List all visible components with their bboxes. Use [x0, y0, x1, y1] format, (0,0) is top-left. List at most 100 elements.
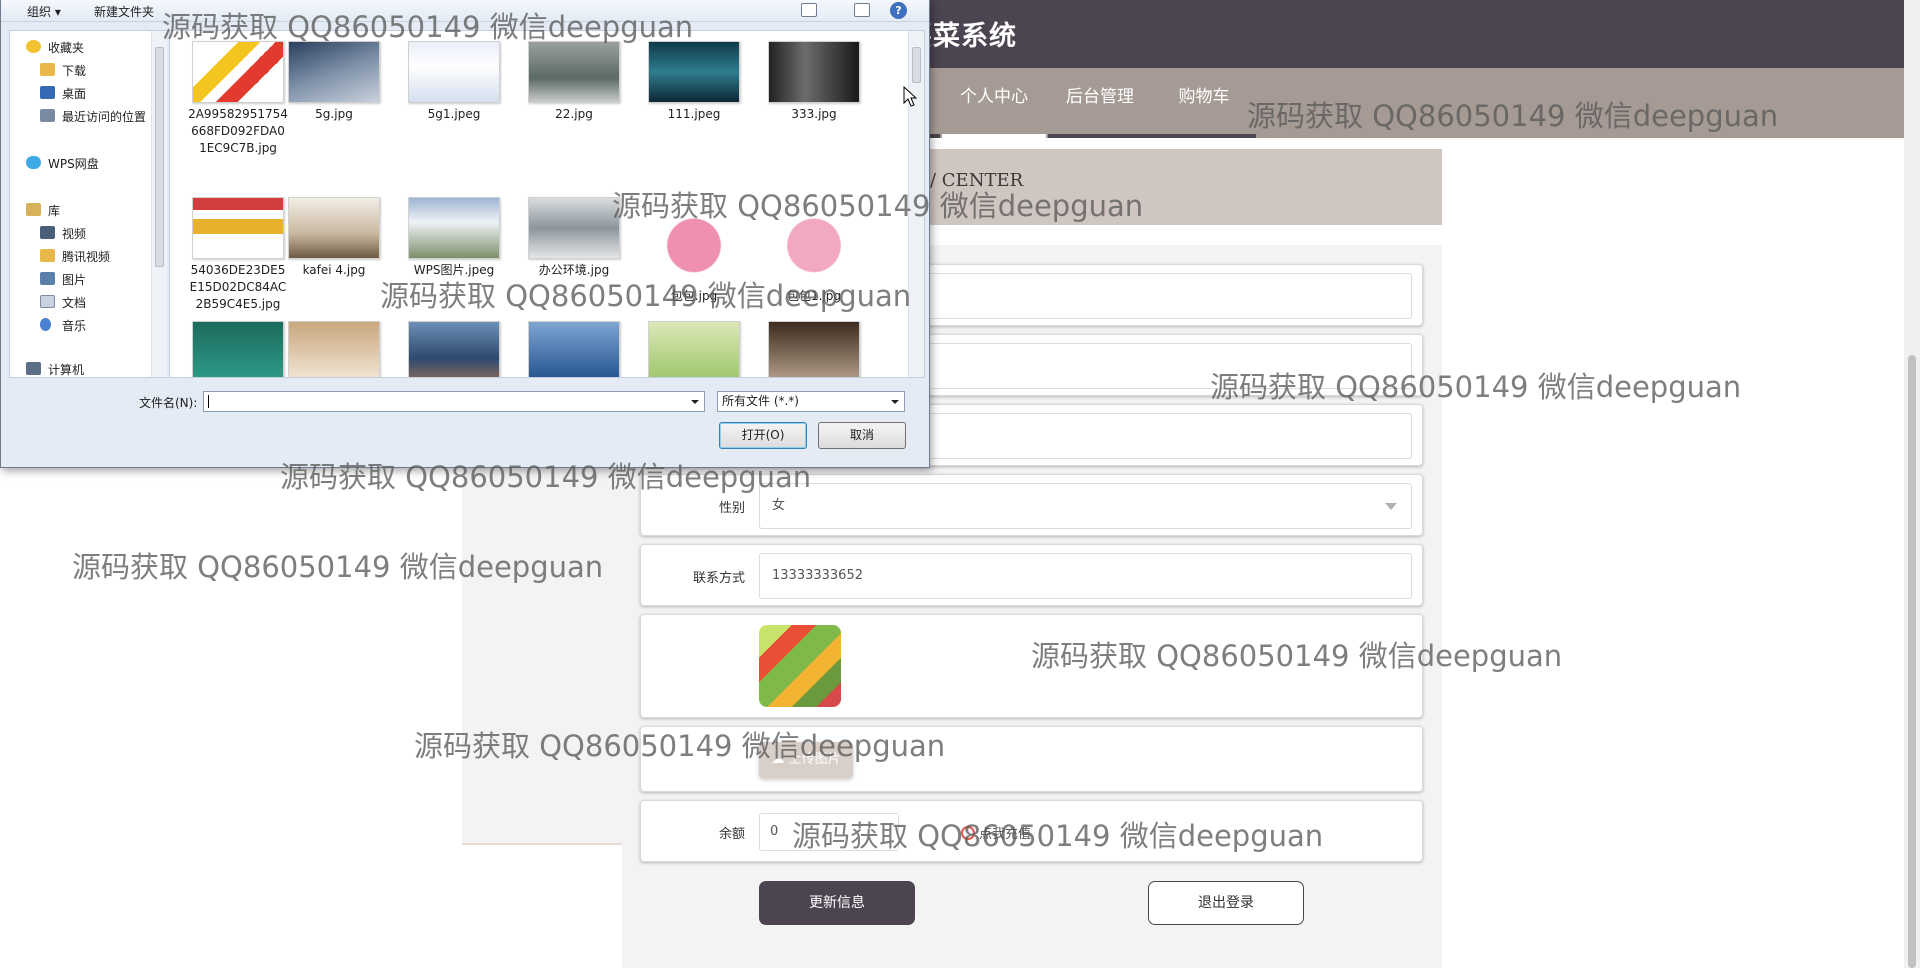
- file-thumbnail: [408, 321, 500, 377]
- file-name: 包包1.jpg: [786, 289, 842, 303]
- file-item[interactable]: 333.jpg: [764, 41, 864, 123]
- gender-select[interactable]: 女: [759, 483, 1412, 529]
- view-mode-icon[interactable]: [801, 3, 817, 17]
- tree-item-music[interactable]: 音乐: [40, 317, 86, 334]
- open-button[interactable]: 打开(O): [719, 422, 807, 449]
- file-name: 包包.jpg: [670, 289, 718, 303]
- file-open-dialog: 组织 ▾ 新建文件夹 ? 收藏夹 下载 桌面 最近访问的位置 WPS网盘 库 视…: [0, 0, 930, 468]
- file-item[interactable]: kafei 4.jpg: [284, 197, 384, 279]
- file-thumbnail: [648, 41, 740, 103]
- logout-button[interactable]: 退出登录: [1148, 881, 1304, 925]
- file-item[interactable]: [404, 321, 504, 377]
- file-item[interactable]: 办公环境.jpg: [524, 197, 624, 279]
- tree-item-recent[interactable]: 最近访问的位置: [40, 108, 146, 125]
- file-item[interactable]: [524, 321, 624, 377]
- file-thumbnail: [528, 197, 620, 259]
- file-name: 2A99582951754668FD092FDA01EC9C7B.jpg: [188, 107, 288, 155]
- file-item[interactable]: [188, 321, 288, 377]
- mouse-cursor-icon: [903, 86, 917, 107]
- recharge-icon: [961, 826, 975, 840]
- file-thumbnail: [408, 197, 500, 259]
- file-list: 2A99582951754668FD092FDA01EC9C7B.jpg 5g.j…: [169, 30, 925, 378]
- filename-input[interactable]: [203, 391, 705, 412]
- download-folder-icon: [40, 63, 55, 76]
- file-thumbnail: [288, 197, 380, 259]
- upload-image-button[interactable]: ☁ 上传图片: [759, 742, 853, 778]
- tree-item-tencent-video[interactable]: 腾讯视频: [40, 248, 110, 265]
- tree-item-downloads[interactable]: 下载: [40, 62, 86, 79]
- contact-input[interactable]: 13333333652: [759, 553, 1412, 599]
- file-name: 5g1.jpeg: [427, 107, 481, 121]
- desktop-icon: [40, 86, 55, 99]
- tree-item-libraries[interactable]: 库: [26, 202, 60, 219]
- form-row-contact: 联系方式 13333333652: [640, 544, 1423, 606]
- help-icon[interactable]: ?: [890, 2, 907, 19]
- file-name: 办公环境.jpg: [538, 263, 610, 277]
- organize-menu[interactable]: 组织 ▾: [27, 3, 61, 20]
- file-scrollbar-thumb[interactable]: [912, 47, 921, 83]
- cloud-icon: [26, 156, 41, 169]
- nav-item-personal-center[interactable]: 个人中心: [942, 68, 1046, 138]
- gender-value: 女: [772, 498, 786, 513]
- file-thumbnail: [650, 197, 738, 285]
- file-item[interactable]: 2A99582951754668FD092FDA01EC9C7B.jpg: [188, 41, 288, 157]
- file-item[interactable]: [764, 321, 864, 377]
- cancel-button[interactable]: 取消: [818, 422, 906, 449]
- file-thumbnail: [768, 41, 860, 103]
- file-name: 22.jpg: [555, 107, 593, 121]
- picture-icon: [40, 272, 55, 285]
- file-thumbnail: [528, 321, 620, 377]
- nav-item-cart[interactable]: 购物车: [1152, 68, 1256, 138]
- recharge-label: 点我充值: [979, 827, 1032, 842]
- balance-input[interactable]: 0: [759, 813, 899, 851]
- form-row-balance: 余额 0 点我充值: [640, 800, 1423, 862]
- file-item[interactable]: 包包.jpg: [644, 197, 744, 305]
- tree-item-videos[interactable]: 视频: [40, 225, 86, 242]
- avatar: [759, 625, 841, 707]
- upload-label: 上传图片: [788, 752, 841, 767]
- gender-label: 性别: [718, 501, 745, 516]
- filetype-select[interactable]: 所有文件 (*.*): [717, 391, 905, 412]
- form-row-avatar: [640, 614, 1423, 718]
- file-item[interactable]: [284, 321, 384, 377]
- file-name: kafei 4.jpg: [302, 263, 366, 277]
- chevron-down-icon: [891, 400, 899, 404]
- tree-item-favorites[interactable]: 收藏夹: [26, 39, 84, 56]
- chevron-down-icon[interactable]: [691, 400, 699, 404]
- file-item[interactable]: 54036DE23DE5E15D02DC84AC2B59C4E5.jpg: [188, 197, 288, 313]
- tree-item-wps-cloud[interactable]: WPS网盘: [26, 155, 99, 172]
- tree-scrollbar[interactable]: [151, 31, 167, 377]
- file-thumbnail: [408, 41, 500, 103]
- file-thumbnail: [770, 197, 858, 285]
- chevron-down-icon: [1385, 503, 1397, 510]
- file-thumbnail: [192, 321, 284, 377]
- tree-item-pictures[interactable]: 图片: [40, 271, 86, 288]
- file-thumbnail: [288, 41, 380, 103]
- preview-pane-icon[interactable]: [854, 3, 870, 17]
- file-item[interactable]: 包包1.jpg: [764, 197, 864, 305]
- breadcrumb: / CENTER: [930, 170, 1024, 191]
- file-item[interactable]: 22.jpg: [524, 41, 624, 123]
- library-icon: [26, 203, 41, 216]
- new-folder-button[interactable]: 新建文件夹: [94, 3, 154, 20]
- video-icon: [40, 226, 55, 239]
- filename-label: 文件名(N):: [139, 396, 198, 410]
- file-thumbnail: [192, 41, 284, 103]
- file-item[interactable]: 111.jpeg: [644, 41, 744, 123]
- file-item[interactable]: 5g1.jpeg: [404, 41, 504, 123]
- tree-item-computer[interactable]: 计算机: [26, 361, 84, 378]
- tree-item-desktop[interactable]: 桌面: [40, 85, 86, 102]
- file-thumbnail: [288, 321, 380, 377]
- file-scrollbar[interactable]: [908, 31, 924, 377]
- file-name: 111.jpeg: [667, 107, 721, 121]
- page-scrollbar-thumb[interactable]: [1908, 355, 1916, 968]
- tree-item-documents[interactable]: 文档: [40, 294, 86, 311]
- file-item[interactable]: [644, 321, 744, 377]
- file-item[interactable]: 5g.jpg: [284, 41, 384, 123]
- update-info-button[interactable]: 更新信息: [759, 881, 915, 925]
- nav-item-admin[interactable]: 后台管理: [1048, 68, 1152, 138]
- tree-scrollbar-thumb[interactable]: [155, 47, 164, 267]
- recharge-link[interactable]: 点我充值: [961, 823, 1031, 842]
- file-name: 5g.jpg: [315, 107, 353, 121]
- file-item[interactable]: WPS图片.jpeg: [404, 197, 504, 279]
